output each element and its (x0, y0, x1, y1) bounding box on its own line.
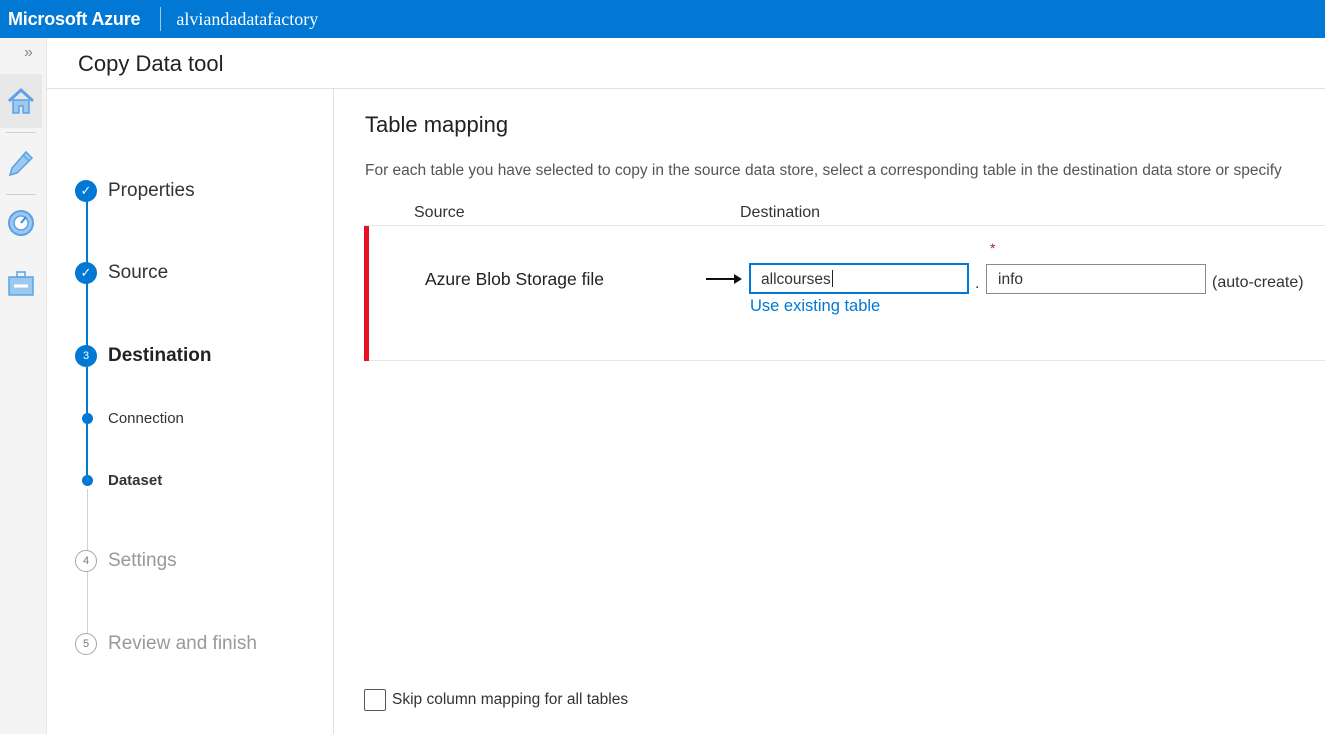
page-title: Copy Data tool (78, 51, 224, 76)
use-existing-table-link[interactable]: Use existing table (750, 297, 880, 316)
column-header-source: Source (414, 204, 465, 221)
substep-label: Connection (108, 410, 184, 427)
step-label: Source (108, 262, 169, 283)
toolbox-icon[interactable] (0, 256, 42, 310)
section-title: Table mapping (365, 112, 509, 137)
monitor-icon[interactable] (0, 196, 42, 250)
substep-dot (82, 475, 93, 486)
rail-divider (6, 194, 36, 195)
substep-connection[interactable]: Connection (82, 410, 184, 427)
table-name-input[interactable]: info (986, 264, 1206, 294)
step-number-badge: 4 (75, 550, 97, 572)
rail-divider (6, 132, 36, 133)
substep-dataset[interactable]: Dataset (82, 472, 162, 489)
brand-title[interactable]: Microsoft Azure (0, 9, 160, 30)
substep-label: Dataset (108, 472, 163, 489)
source-table-name: Azure Blob Storage file (425, 269, 604, 289)
home-icon[interactable] (0, 74, 42, 128)
text-cursor (831, 270, 833, 287)
step-label: Properties (108, 180, 195, 201)
check-icon: ✓ (75, 262, 97, 284)
auto-create-label: (auto-create) (1212, 274, 1304, 291)
schema-name-value: allcourses (761, 271, 831, 288)
step-settings[interactable]: 4 Settings (75, 550, 177, 572)
schema-name-input[interactable]: allcourses (749, 263, 969, 294)
step-label: Destination (108, 345, 212, 366)
step-properties[interactable]: ✓ Properties (75, 180, 195, 202)
factory-name[interactable]: alviandadatafactory (161, 9, 318, 30)
expand-nav-icon[interactable]: » (24, 44, 33, 62)
step-number-badge: 5 (75, 633, 97, 655)
step-label: Review and finish (108, 633, 257, 654)
top-bar: Microsoft Azure alviandadatafactory (0, 0, 1325, 38)
check-icon: ✓ (75, 180, 97, 202)
step-destination[interactable]: 3 Destination (75, 345, 211, 367)
step-review-and-finish[interactable]: 5 Review and finish (75, 633, 257, 655)
pencil-icon[interactable] (0, 136, 42, 190)
substep-dot (82, 413, 93, 424)
skip-column-mapping-checkbox[interactable] (364, 689, 386, 711)
table-name-value: info (998, 271, 1023, 288)
section-description: For each table you have selected to copy… (365, 162, 1282, 179)
skip-column-mapping-label[interactable]: Skip column mapping for all tables (392, 691, 628, 709)
left-nav-rail: » (0, 38, 47, 734)
schema-table-separator: . (975, 275, 980, 292)
skip-column-mapping-option[interactable]: Skip column mapping for all tables (364, 689, 628, 711)
required-marker: * (990, 240, 996, 256)
wizard-steps-panel: ✓ Properties ✓ Source 3 Destination Conn… (47, 89, 334, 734)
arrow-right-icon (706, 272, 744, 291)
step-label: Settings (108, 550, 177, 571)
step-number-badge: 3 (75, 345, 97, 367)
error-marker (364, 226, 369, 361)
step-source[interactable]: ✓ Source (75, 262, 168, 284)
column-header-destination: Destination (740, 204, 821, 221)
